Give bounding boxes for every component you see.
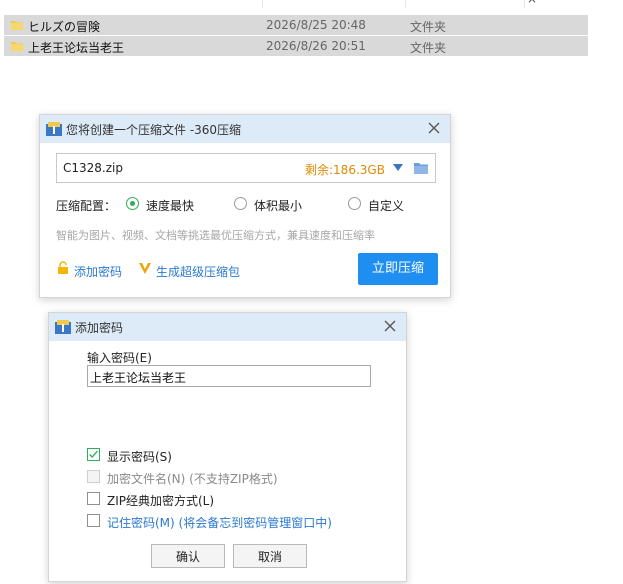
cancel-button[interactable]: 取消: [233, 544, 307, 568]
column-separator: [262, 0, 263, 8]
option-custom-label[interactable]: 自定义: [368, 197, 404, 214]
option-smallest-label[interactable]: 体积最小: [254, 197, 302, 214]
file-row[interactable]: ヒルズの冒険 2026/8/25 20:48 文件夹: [4, 15, 588, 35]
column-separator: [405, 0, 406, 8]
compress-dialog-titlebar[interactable]: 您将创建一个压缩文件 -360压缩: [40, 115, 450, 143]
output-path-field[interactable]: C1328.zip 剩余:186.3GB: [56, 153, 436, 183]
compress-hint: 智能为图片、视频、文档等挑选最优压缩方式，兼具速度和压缩率: [56, 229, 375, 242]
file-type: 文件夹: [410, 20, 447, 34]
folder-icon: [11, 21, 23, 30]
ok-button[interactable]: 确认: [151, 544, 225, 568]
file-date: 2026/8/25 20:48: [266, 18, 366, 32]
radio-custom[interactable]: [348, 197, 361, 210]
zip-classic-label[interactable]: ZIP经典加密方式(L): [107, 492, 214, 509]
zip-classic-checkbox[interactable]: [87, 492, 100, 505]
folder-browse-icon[interactable]: [413, 161, 429, 175]
archive-app-icon: [46, 122, 62, 136]
password-dialog-titlebar[interactable]: 添加密码: [49, 313, 406, 341]
encrypt-filenames-checkbox: [87, 470, 100, 483]
file-name: ヒルズの冒険: [28, 20, 101, 34]
compress-now-button[interactable]: 立即压缩: [358, 253, 438, 285]
column-separator: [524, 0, 525, 8]
show-password-label[interactable]: 显示密码(S): [107, 448, 172, 465]
add-password-link[interactable]: 添加密码: [74, 263, 122, 280]
remember-password-label[interactable]: 记住密码(M) (将会备忘到密码管理窗口中): [107, 514, 332, 531]
file-type: 文件夹: [410, 41, 447, 55]
lock-icon: [58, 261, 68, 274]
password-dialog: 添加密码 输入密码(E) 上老王论坛当老王 显示密码(S) 加密文件名(N) (…: [48, 312, 407, 582]
archive-app-icon: [55, 320, 71, 334]
close-icon[interactable]: [382, 318, 398, 334]
radio-fastest[interactable]: [126, 197, 139, 210]
radio-smallest[interactable]: [234, 197, 247, 210]
password-dialog-title: 添加密码: [75, 321, 124, 335]
free-space-label: 剩余:186.3GB: [305, 163, 385, 177]
password-input[interactable]: 上老王论坛当老王: [87, 365, 371, 387]
output-filename[interactable]: C1328.zip: [63, 161, 123, 175]
password-input-value[interactable]: 上老王论坛当老王: [90, 369, 186, 386]
file-row[interactable]: 上老王论坛当老王 2026/8/26 20:51 文件夹: [4, 36, 588, 56]
super-pack-link[interactable]: 生成超级压缩包: [156, 263, 240, 280]
chevron-down-icon[interactable]: [393, 164, 403, 171]
vip-icon: [139, 263, 151, 274]
header-partial-text: ×: [527, 0, 537, 6]
remember-password-checkbox[interactable]: [87, 514, 100, 527]
folder-icon: [11, 42, 23, 51]
compress-dialog-title: 您将创建一个压缩文件 -360压缩: [66, 123, 242, 137]
show-password-checkbox[interactable]: [87, 448, 100, 461]
checkmark-icon: [89, 450, 98, 459]
encrypt-filenames-label: 加密文件名(N) (不支持ZIP格式): [107, 472, 278, 486]
password-input-label: 输入密码(E): [87, 351, 152, 365]
file-name: 上老王论坛当老王: [28, 41, 125, 55]
option-fastest-label[interactable]: 速度最快: [146, 197, 194, 214]
compress-dialog: 您将创建一个压缩文件 -360压缩 C1328.zip 剩余:186.3GB 压…: [39, 114, 451, 298]
file-date: 2026/8/26 20:51: [266, 39, 366, 53]
compress-config-label: 压缩配置：: [56, 199, 117, 213]
close-icon[interactable]: [426, 120, 442, 136]
